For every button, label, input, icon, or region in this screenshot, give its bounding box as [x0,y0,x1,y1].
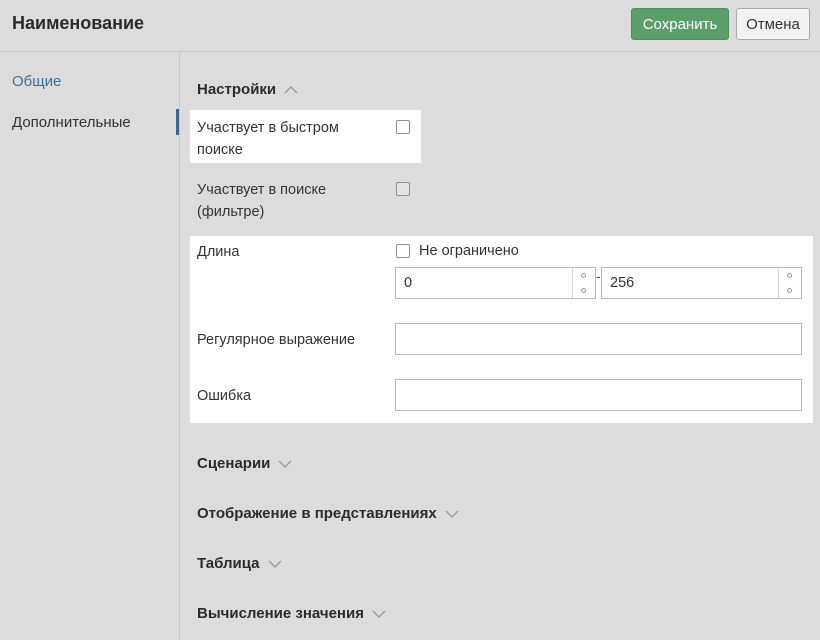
length-max-input[interactable]: 256 [601,267,802,299]
quick-search-label: Участвует в быстром поиске [197,120,339,158]
section-scenarios-header[interactable]: Сценарии [197,455,292,472]
chevron-up-icon [284,85,298,95]
regex-label: Регулярное выражение [197,332,356,348]
chevron-down-icon [372,609,386,619]
quick-search-checkbox[interactable] [396,120,410,134]
unlimited-checkbox[interactable] [396,244,410,258]
sidebar-item-general[interactable]: Общие [12,73,61,90]
error-label: Ошибка [197,388,252,404]
save-button[interactable]: Сохранить [631,8,729,40]
section-views-title: Отображение в представлениях [197,505,437,522]
filter-search-label: Участвует в поиске (фильтре) [197,182,327,220]
length-label: Длина [197,244,240,260]
length-max-stepper[interactable] [778,268,801,298]
stepper-up-icon[interactable] [581,273,586,278]
stepper-down-icon[interactable] [581,288,586,293]
length-min-input[interactable]: 0 [395,267,596,299]
section-settings-title: Настройки [197,81,277,98]
cancel-button[interactable]: Отмена [736,8,810,40]
unlimited-label: Не ограничено [419,243,519,259]
error-input[interactable] [395,379,802,411]
chevron-down-icon [278,459,292,469]
sidebar: Общие Дополнительные [0,52,180,640]
section-scenarios-title: Сценарии [197,455,271,472]
active-nav-indicator [176,109,179,135]
section-table-header[interactable]: Таблица [197,555,282,572]
page-header: Наименование Сохранить Отмена [0,0,820,52]
sidebar-item-additional[interactable]: Дополнительные [12,114,131,131]
length-min-value: 0 [404,275,413,291]
page-title: Наименование [12,13,145,33]
filter-search-checkbox[interactable] [396,182,410,196]
length-min-stepper[interactable] [572,268,595,298]
section-table-title: Таблица [197,555,260,572]
section-calculation-header[interactable]: Вычисление значения [197,605,386,622]
chevron-down-icon [445,509,459,519]
stepper-up-icon[interactable] [787,273,792,278]
section-views-header[interactable]: Отображение в представлениях [197,505,459,522]
length-max-value: 256 [610,275,635,291]
length-range-separator: - [596,268,601,284]
chevron-down-icon [268,559,282,569]
section-calculation-title: Вычисление значения [197,605,364,622]
regex-input[interactable] [395,323,802,355]
stepper-down-icon[interactable] [787,288,792,293]
section-settings-header[interactable]: Настройки [197,81,298,98]
